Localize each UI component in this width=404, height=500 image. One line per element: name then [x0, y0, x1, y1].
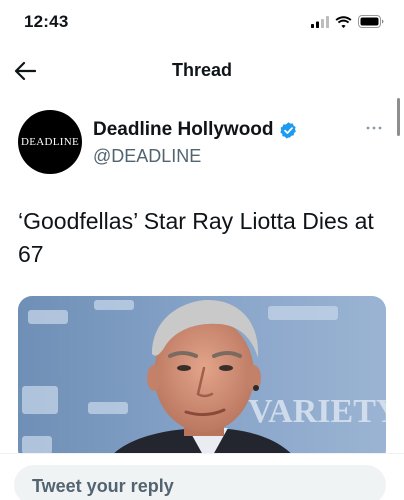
status-time: 12:43 [24, 12, 69, 31]
photo-image: VARIETY [18, 296, 386, 464]
page-title: Thread [171, 60, 232, 80]
signal-icon [311, 15, 329, 28]
thread-screen: 12:43 Thread DEADLINE Deadline Hollywood… [0, 0, 404, 500]
reply-input[interactable]: Tweet your reply [14, 465, 386, 500]
reply-bar: Tweet your reply [0, 453, 404, 500]
status-bar: 12:43 [0, 0, 404, 46]
avatar[interactable]: DEADLINE [18, 110, 82, 174]
wifi-icon [335, 15, 352, 28]
battery-icon [358, 15, 384, 28]
author-handle[interactable]: @DEADLINE [93, 146, 201, 167]
tweet-text: ‘Goodfellas’ Star Ray Liotta Dies at 67 [18, 208, 374, 267]
status-icons [311, 15, 384, 28]
nav-header: Thread [0, 46, 404, 96]
tweet-header: DEADLINE Deadline Hollywood @DEADLINE [18, 110, 390, 180]
author-name-row: Deadline Hollywood [93, 119, 298, 141]
reply-placeholder: Tweet your reply [32, 476, 174, 496]
backdrop-logo: VARIETY [248, 393, 386, 430]
tweet-media-photo[interactable]: VARIETY [18, 296, 386, 464]
more-horizontal-icon [366, 126, 382, 130]
scrollbar-thumb[interactable] [397, 98, 400, 136]
author-name[interactable]: Deadline Hollywood [93, 119, 274, 141]
verified-badge-icon [279, 121, 296, 138]
more-options-button[interactable] [362, 120, 386, 136]
avatar-logo: DEADLINE [21, 136, 79, 148]
